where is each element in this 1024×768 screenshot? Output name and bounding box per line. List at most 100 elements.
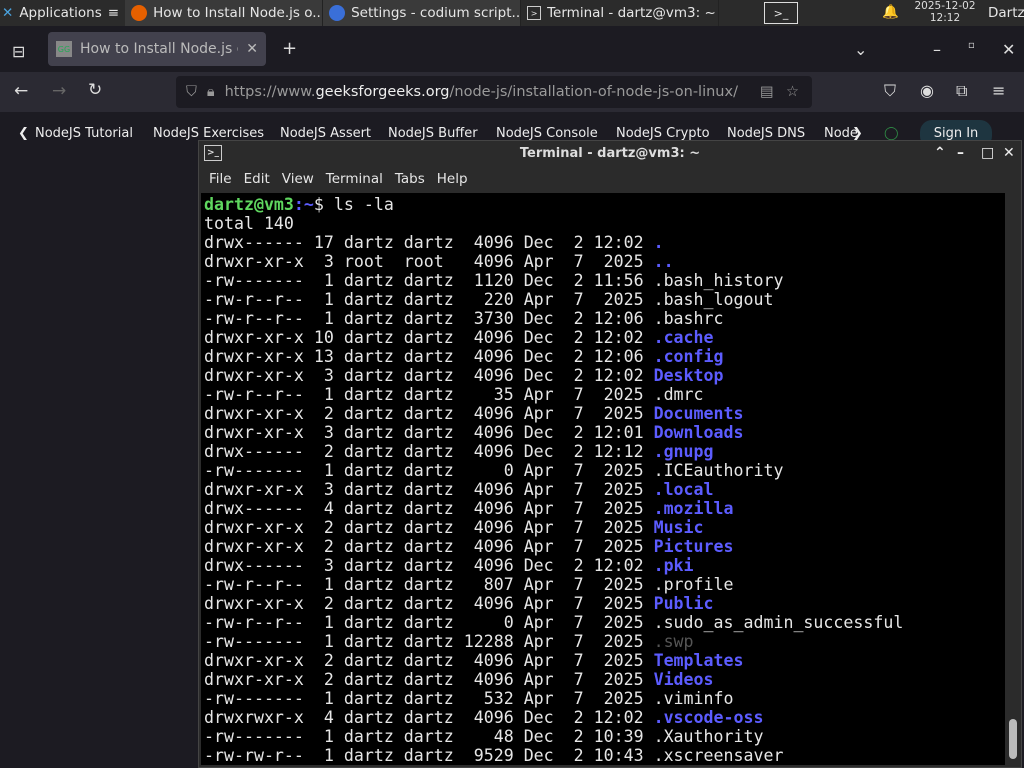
listing-row: drwxr-xr-x 2 dartz dartz 4096 Apr 7 2025… [204,404,1005,423]
nav-link[interactable]: NodeJS Console [496,126,598,141]
maximize-button[interactable]: ▫ [968,40,975,51]
menu-tabs[interactable]: Tabs [389,171,431,187]
file-info: drwxr-xr-x 2 dartz dartz 4096 Apr 7 2025 [204,670,654,689]
nav-link[interactable]: NodeJS Tutorial [35,126,133,141]
menu-terminal[interactable]: Terminal [320,171,389,187]
terminal-icon: > [527,6,542,20]
file-info: drwxr-xr-x 13 dartz dartz 4096 Dec 2 12:… [204,347,654,366]
terminal-titlebar[interactable]: >_ Terminal - dartz@vm3: ~ ⌃ – □ ✕ [199,141,1021,166]
listing-row: -rw-r--r-- 1 dartz dartz 220 Apr 7 2025 … [204,290,1005,309]
listing-row: drwxr-xr-x 10 dartz dartz 4096 Dec 2 12:… [204,328,1005,347]
new-tab-button[interactable]: + [282,38,297,59]
file-name: Public [653,594,714,613]
pocket-icon[interactable]: ⛉ [884,81,896,101]
listing-row: -rw-r--r-- 1 dartz dartz 0 Apr 7 2025 .s… [204,613,1005,632]
account-icon[interactable]: ◉ [920,81,934,100]
lock-icon: 🔒︎ [206,84,215,100]
codium-icon [329,5,346,21]
task-firefox[interactable]: How to Install Node.js o... [125,0,324,26]
listing-row: drwx------ 3 dartz dartz 4096 Dec 2 12:0… [204,556,1005,575]
search-icon[interactable]: ◯ [884,126,899,141]
file-info: drwxr-xr-x 3 dartz dartz 4096 Dec 2 12:0… [204,366,654,385]
file-name: .mozilla [653,499,734,518]
listing-row: drwxr-xr-x 3 dartz dartz 4096 Dec 2 12:0… [204,423,1005,442]
file-info: drwxr-xr-x 3 root root 4096 Apr 7 2025 [204,252,654,271]
clock[interactable]: 2025-12-02 12:12 [905,0,985,24]
terminal-launcher-icon[interactable]: >_ [764,2,798,24]
nav-link[interactable]: NodeJS Assert [280,126,371,141]
file-info: drwx------ 3 dartz dartz 4096 Dec 2 12:0… [204,556,654,575]
listing-row: drwxr-xr-x 2 dartz dartz 4096 Apr 7 2025… [204,537,1005,556]
close-button[interactable]: ✕ [1002,40,1015,59]
nav-link[interactable]: NodeJS DNS [727,126,805,141]
file-info: -rw------- 1 dartz dartz 532 Apr 7 2025 [204,689,654,708]
file-info: drwxr-xr-x 2 dartz dartz 4096 Apr 7 2025 [204,518,654,537]
file-info: drwx------ 2 dartz dartz 4096 Dec 2 12:1… [204,442,654,461]
menu-file[interactable]: File [203,171,238,187]
nav-link[interactable]: NodeJS Exercises [153,126,264,141]
menu-icon[interactable]: ≡ [992,81,1005,100]
file-name: .viminfo [653,689,734,708]
browser-tab[interactable]: GG How to Install Node.js or ✕ [48,32,266,66]
applications-menu[interactable]: ✕ Applications ≡ [0,0,125,26]
listing-row: -rw-r--r-- 1 dartz dartz 35 Apr 7 2025 .… [204,385,1005,404]
terminal-window: >_ Terminal - dartz@vm3: ~ ⌃ – □ ✕ File … [198,140,1022,768]
minimize-button[interactable]: – [933,40,941,59]
shield-icon[interactable]: ⛉ [186,84,197,100]
scroll-right-icon[interactable]: ❯ [852,126,863,141]
file-info: -rw------- 1 dartz dartz 0 Apr 7 2025 [204,461,654,480]
url-bar[interactable]: ⛉ 🔒︎ https://www.geeksforgeeks.org/node-j… [176,76,812,108]
listing-row: drwx------ 4 dartz dartz 4096 Apr 7 2025… [204,499,1005,518]
file-name: .. [653,252,674,271]
listing-row: drwxr-xr-x 2 dartz dartz 4096 Apr 7 2025… [204,670,1005,689]
shade-button[interactable]: ⌃ [934,141,946,166]
listing-row: drwxr-xr-x 3 dartz dartz 4096 Dec 2 12:0… [204,366,1005,385]
reload-icon[interactable]: ↻ [88,80,102,100]
terminal-menubar: File Edit View Terminal Tabs Help [199,166,1021,191]
menu-help[interactable]: Help [431,171,474,187]
listing-row: -rw------- 1 dartz dartz 1120 Dec 2 11:5… [204,271,1005,290]
list-tabs-icon[interactable]: ⌄ [854,40,867,59]
file-info: drwxr-xr-x 2 dartz dartz 4096 Apr 7 2025 [204,537,654,556]
extensions-icon[interactable]: ⧉ [956,81,967,101]
nav-link[interactable]: NodeJS Buffer [388,126,478,141]
scroll-left-icon[interactable]: ❮ [18,126,29,141]
maximize-button[interactable]: □ [981,141,994,166]
task-codium[interactable]: Settings - codium script... [323,0,522,26]
reader-view-icon[interactable]: ▤ [760,84,774,100]
file-name: .bashrc [653,309,724,328]
listing-row: drwx------ 17 dartz dartz 4096 Dec 2 12:… [204,233,1005,252]
file-name: .dmrc [653,385,704,404]
tab-overview-icon[interactable]: ⊟ [12,42,25,61]
firefox-icon [131,5,148,21]
navigation-bar: ← → ↻ ⛉ 🔒︎ https://www.geeksforgeeks.org/… [0,72,1024,112]
file-name: .local [653,480,714,499]
close-tab-icon[interactable]: ✕ [246,41,258,57]
file-name: .cache [653,328,714,347]
file-name: . [653,233,664,252]
bookmark-star-icon[interactable]: ☆ [786,84,799,100]
file-name: Pictures [653,537,734,556]
nav-link[interactable]: NodeJS Crypto [616,126,710,141]
menu-view[interactable]: View [276,171,320,187]
close-button[interactable]: ✕ [1003,141,1015,166]
file-name: Downloads [653,423,744,442]
listing-row: -rw------- 1 dartz dartz 0 Apr 7 2025 .I… [204,461,1005,480]
file-name: Documents [653,404,744,423]
terminal-output[interactable]: dartz@vm3:~$ ls -la total 140 drwx------… [201,193,1005,765]
scrollbar-thumb[interactable] [1009,719,1017,759]
task-terminal[interactable]: > Terminal - dartz@vm3: ~ [521,0,720,26]
gfg-favicon-icon: GG [56,41,72,57]
file-name: Videos [653,670,714,689]
listing-row: -rw-rw-r-- 1 dartz dartz 9529 Dec 2 10:4… [204,746,1005,765]
notification-bell-icon[interactable]: 🔔 [882,4,899,20]
file-name: .ICEauthority [653,461,784,480]
minimize-button[interactable]: – [957,141,964,166]
forward-icon[interactable]: → [52,81,66,101]
user-menu[interactable]: Dartz [988,5,1024,21]
file-info: -rw-r--r-- 1 dartz dartz 35 Apr 7 2025 [204,385,654,404]
url-text: https://www.geeksforgeeks.org/node-js/in… [224,84,738,100]
menu-edit[interactable]: Edit [238,171,276,187]
file-name: Desktop [653,366,724,385]
back-icon[interactable]: ← [14,81,28,101]
